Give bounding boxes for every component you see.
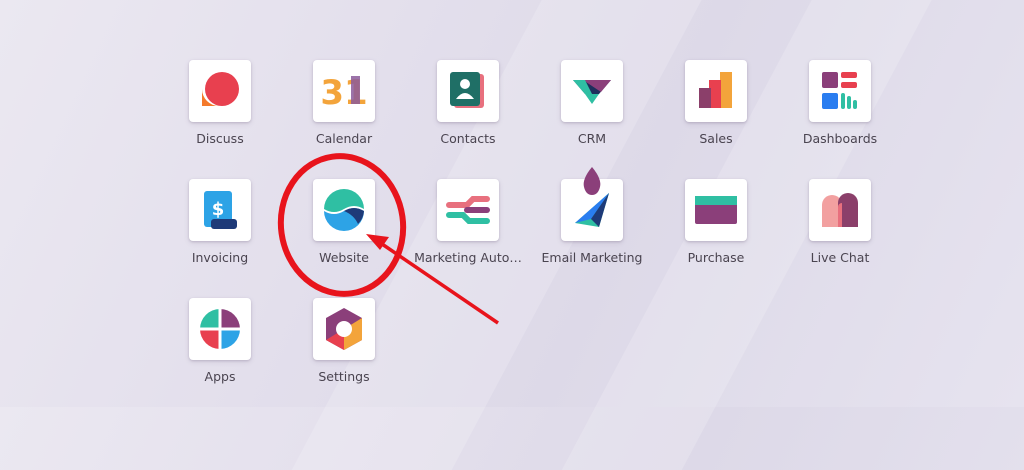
app-live-chat[interactable]: Live Chat bbox=[778, 179, 902, 265]
marketing-automation-icon bbox=[437, 179, 499, 241]
app-label-sales: Sales bbox=[699, 131, 733, 146]
app-invoicing[interactable]: $ Invoicing bbox=[158, 179, 282, 265]
sales-icon bbox=[685, 60, 747, 122]
app-label-invoicing: Invoicing bbox=[191, 250, 249, 265]
app-label-crm: CRM bbox=[577, 131, 607, 146]
app-calendar[interactable]: 31 Calendar bbox=[282, 60, 406, 146]
app-label-purchase: Purchase bbox=[687, 250, 745, 265]
app-label-dashboards: Dashboards bbox=[802, 131, 878, 146]
app-dashboards[interactable]: Dashboards bbox=[778, 60, 902, 146]
app-contacts[interactable]: Contacts bbox=[406, 60, 530, 146]
website-icon bbox=[313, 179, 375, 241]
app-label-settings: Settings bbox=[318, 369, 370, 384]
app-label-apps: Apps bbox=[204, 369, 236, 384]
app-label-website: Website bbox=[319, 250, 369, 265]
crm-icon bbox=[561, 60, 623, 122]
discuss-icon bbox=[189, 60, 251, 122]
app-label-live-chat: Live Chat bbox=[810, 250, 870, 265]
invoicing-icon: $ bbox=[189, 179, 251, 241]
app-label-marketing-automation: Marketing Auto… bbox=[414, 250, 522, 265]
dashboards-icon bbox=[809, 60, 871, 122]
app-website[interactable]: Website bbox=[282, 179, 406, 265]
email-marketing-icon bbox=[561, 167, 623, 241]
app-crm[interactable]: CRM bbox=[530, 60, 654, 146]
app-label-email-marketing: Email Marketing bbox=[541, 250, 643, 265]
app-sales[interactable]: Sales bbox=[654, 60, 778, 146]
app-label-contacts: Contacts bbox=[440, 131, 496, 146]
calendar-icon: 31 bbox=[313, 60, 375, 122]
invoicing-icon-symbol: $ bbox=[212, 199, 225, 220]
settings-icon bbox=[313, 298, 375, 360]
calendar-icon-number: 31 bbox=[320, 73, 367, 113]
app-marketing-automation[interactable]: Marketing Auto… bbox=[406, 179, 530, 265]
live-chat-icon bbox=[809, 179, 871, 241]
app-label-discuss: Discuss bbox=[196, 131, 244, 146]
app-email-marketing[interactable]: Email Marketing bbox=[530, 167, 654, 265]
app-settings[interactable]: Settings bbox=[282, 298, 406, 384]
app-apps[interactable]: Apps bbox=[158, 298, 282, 384]
contacts-icon bbox=[437, 60, 499, 122]
app-purchase[interactable]: Purchase bbox=[654, 179, 778, 265]
app-discuss[interactable]: Discuss bbox=[158, 60, 282, 146]
purchase-icon bbox=[685, 179, 747, 241]
apps-icon bbox=[189, 298, 251, 360]
app-label-calendar: Calendar bbox=[315, 131, 373, 146]
